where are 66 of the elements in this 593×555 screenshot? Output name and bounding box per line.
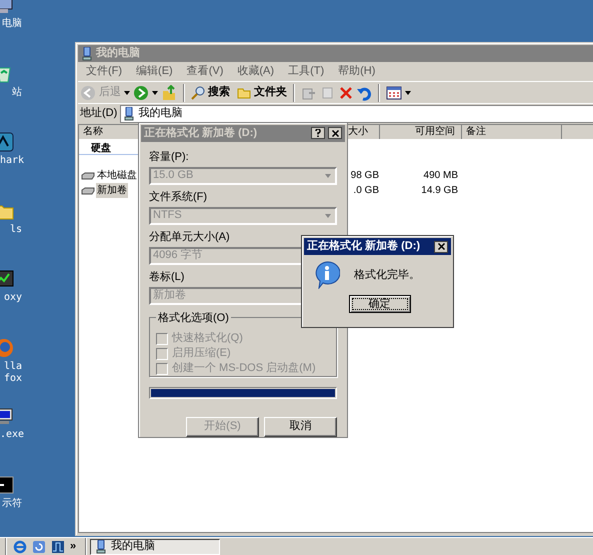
caret-icon[interactable]: [405, 90, 411, 94]
group-title: 格式化选项(O): [156, 310, 231, 326]
drive-icon: [81, 186, 95, 194]
desktop-icon-label: 站: [11, 86, 22, 98]
column-header[interactable]: 备注: [462, 125, 562, 139]
waveform-icon[interactable]: [51, 540, 65, 554]
desktop-icon-label: lla fox: [2, 360, 22, 384]
browser-icon[interactable]: [13, 540, 27, 554]
window-title: 正在格式化 新加卷 (D:): [144, 126, 258, 141]
address-label: 地址(D): [80, 106, 118, 122]
folders-button[interactable]: 文件夹: [237, 84, 287, 101]
field-label: 卷标(L): [149, 270, 184, 284]
table-cell-text: 490 MB: [424, 169, 458, 183]
desktop-icon-label: .exe: [0, 429, 22, 441]
info-icon: [314, 261, 340, 289]
close-button[interactable]: [328, 127, 342, 140]
menu-item[interactable]: 工具(T): [288, 63, 324, 80]
ok-button[interactable]: 确定: [348, 295, 410, 313]
table-cell-text: 14.9 GB: [421, 184, 458, 198]
folder-icon: [237, 86, 251, 98]
close-icon: [438, 243, 444, 250]
field-label: 容量(P):: [149, 150, 189, 164]
monitor-icon[interactable]: [0, 269, 14, 289]
undo-icon[interactable]: [356, 84, 372, 100]
checkbox-label: 启用压缩(E): [172, 346, 231, 362]
menu-item[interactable]: 文件(F): [86, 63, 122, 80]
field-label: 文件系统(F): [149, 190, 208, 204]
desktop-icon-label: 示符: [1, 498, 22, 510]
drive-name[interactable]: 本地磁盘: [96, 168, 138, 183]
search-button[interactable]: 搜索: [191, 84, 230, 101]
search-icon: [191, 86, 205, 100]
menu-item[interactable]: 帮助(H): [338, 63, 376, 80]
caret-icon[interactable]: [152, 90, 158, 94]
help-button[interactable]: [311, 127, 325, 140]
table-cell-text: 98 GB: [350, 169, 379, 183]
terminal-icon[interactable]: [0, 406, 14, 426]
checkbox-label: 快速格式化(Q): [172, 331, 243, 346]
question-mark-icon: [315, 129, 321, 138]
delete-icon[interactable]: [339, 86, 353, 100]
desktop-icon-label: 电脑: [1, 18, 22, 30]
menu-item[interactable]: 查看(V): [186, 63, 224, 80]
dialog-button[interactable]: 取消: [264, 416, 337, 436]
more-button[interactable]: »: [70, 538, 76, 555]
shark-icon[interactable]: [0, 132, 14, 152]
taskbar-button[interactable]: 我的电脑: [90, 538, 220, 554]
field-label: 分配单元大小(A): [149, 230, 230, 244]
checkbox-label: 创建一个 MS-DOS 启动盘(M): [172, 360, 316, 376]
menu-item[interactable]: 收藏(A): [237, 63, 274, 80]
column-header[interactable]: 可用空间: [380, 125, 462, 139]
caret-icon[interactable]: [124, 90, 130, 94]
drive-icon: [81, 172, 95, 180]
menu-item[interactable]: 编辑(E): [136, 63, 173, 80]
group-header: 硬盘: [91, 143, 111, 154]
window-title: 我的电脑: [96, 46, 140, 62]
refresh-icon[interactable]: [32, 540, 46, 554]
address-field[interactable]: 我的电脑: [120, 104, 593, 122]
console-icon[interactable]: [0, 474, 14, 494]
desktop-icon-label: hark: [0, 155, 22, 167]
desktop-icon-label: ls: [8, 224, 22, 236]
drive-name[interactable]: 新加卷: [96, 183, 128, 198]
close-icon: [332, 130, 338, 137]
table-cell-text: .0 GB: [353, 184, 379, 198]
views-icon[interactable]: [386, 86, 402, 100]
message-text: 格式化完毕。: [354, 268, 420, 283]
desktop-icon-label: oxy: [2, 292, 22, 304]
close-button[interactable]: [434, 240, 448, 252]
